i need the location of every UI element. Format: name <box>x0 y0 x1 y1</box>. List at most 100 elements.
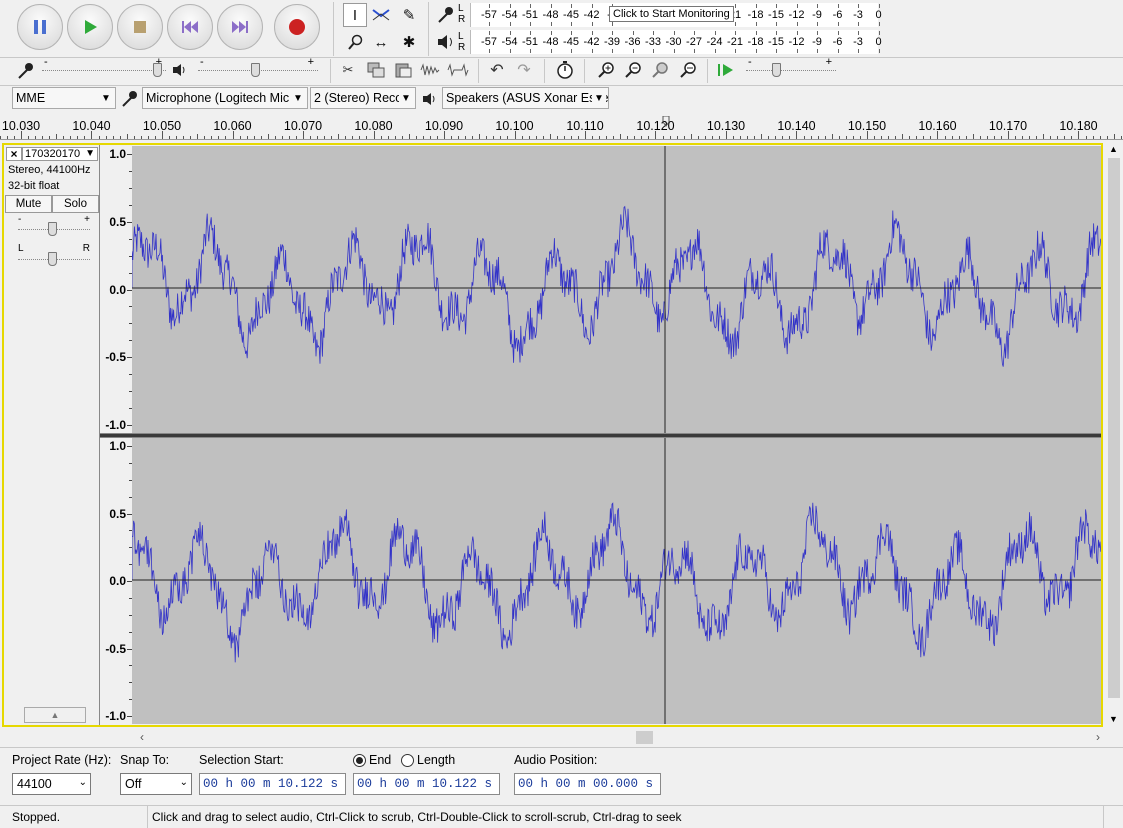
time-shift-tool[interactable]: ↔ <box>369 30 393 54</box>
selection-start-value: 00 h 00 m 10.122 s <box>203 777 339 791</box>
copy-button[interactable] <box>364 58 388 82</box>
meter-tick-label: -18 <box>747 36 764 48</box>
meter-tick-label: -12 <box>788 9 805 21</box>
monitoring-tooltip: Click to Start Monitoring <box>609 6 734 22</box>
slider-min-mark: - <box>748 56 752 68</box>
selection-end-time[interactable]: 00 h 00 m 10.122 s <box>353 773 500 795</box>
silence-audio-button[interactable] <box>446 58 470 82</box>
microphone-icon <box>18 63 33 79</box>
end-radio[interactable] <box>353 754 366 767</box>
record-meter-mic-icon[interactable] <box>436 5 456 28</box>
playback-meter-speaker-icon[interactable] <box>436 32 456 55</box>
playback-speed-slider[interactable]: - + <box>746 56 836 79</box>
recording-channels-select[interactable]: 2 (Stereo) Recor ▼ <box>310 87 416 109</box>
timeline-ruler[interactable]: 10.030 10.040 10.050 10.060 10.070 10.080 10.0… <box>0 114 1123 140</box>
length-radio[interactable] <box>401 754 414 767</box>
fit-selection-icon <box>652 62 668 78</box>
skip-to-start-button[interactable] <box>167 4 213 50</box>
play-button[interactable] <box>67 4 113 50</box>
sync-lock-button[interactable] <box>553 58 577 82</box>
meter-tick-label: -3 <box>853 9 863 21</box>
selection-start-time[interactable]: 00 h 00 m 10.122 s <box>199 773 346 795</box>
waveform-left-channel[interactable] <box>132 146 1101 433</box>
meter-tick-label: 0 <box>875 36 882 48</box>
skip-to-end-button[interactable] <box>217 4 263 50</box>
playback-device-select[interactable]: Speakers (ASUS Xonar Essen ▼ <box>442 87 609 109</box>
trim-audio-button[interactable] <box>418 58 442 82</box>
project-rate-select[interactable]: 44100 ⌄ <box>12 773 91 795</box>
envelope-tool[interactable] <box>369 3 393 27</box>
output-volume-speaker-icon <box>172 62 188 81</box>
status-state: Stopped. <box>12 810 61 824</box>
playback-meter[interactable]: -57 -54 -51 -48 -45 -42 -39 -36 -33 -30 -27 -24 -21-… <box>470 30 882 54</box>
fit-project-button[interactable] <box>676 58 700 82</box>
meter-tick-label: -51 <box>522 36 538 48</box>
vertical-scrollbar[interactable]: ▲ ▼ <box>1106 144 1122 728</box>
chevron-down-icon: ▼ <box>99 88 113 108</box>
microphone-icon <box>122 91 137 107</box>
zoom-out-button[interactable] <box>621 58 645 82</box>
meter-tick-label: -42 <box>583 9 600 21</box>
meter-tick-label: -15 <box>768 9 784 21</box>
waveform-right-channel[interactable] <box>132 438 1101 724</box>
vertical-scroll-thumb[interactable] <box>1108 158 1120 698</box>
multi-tool[interactable]: ✱ <box>397 30 421 54</box>
output-volume-slider[interactable]: - + <box>198 56 318 79</box>
meter-tick-label: -33 <box>645 36 661 48</box>
redo-button[interactable]: ↷ <box>512 58 536 82</box>
project-rate-label: Project Rate (Hz): <box>12 753 112 767</box>
meter-tick-label: -6 <box>832 36 843 48</box>
copy-icon <box>367 62 385 78</box>
play-at-speed-button[interactable] <box>714 58 738 82</box>
trim-button[interactable]: ✂ <box>336 58 360 82</box>
waveform-right-svg <box>132 438 1101 724</box>
project-rate-value: 44100 <box>17 777 52 791</box>
meter-tick-label: -6 <box>832 9 843 21</box>
record-button[interactable] <box>274 4 320 50</box>
horizontal-scroll-thumb[interactable] <box>636 731 653 744</box>
speaker-icon <box>438 35 452 49</box>
meter-tick-label: -45 <box>563 36 579 48</box>
pause-button[interactable] <box>17 4 63 50</box>
recording-channels-value: 2 (Stereo) Recor <box>314 91 407 105</box>
stop-button[interactable] <box>117 4 163 50</box>
draw-tool[interactable]: ✎ <box>397 3 421 27</box>
meter-tick-label: -12 <box>788 36 805 48</box>
fit-selection-button[interactable] <box>648 58 672 82</box>
audio-host-select[interactable]: MME ▼ <box>12 87 116 109</box>
undo-button[interactable]: ↶ <box>485 58 509 82</box>
scroll-down-icon[interactable]: ▼ <box>1109 714 1118 724</box>
meter-tick-label: -42 <box>583 36 600 48</box>
chevron-down-icon: ⌄ <box>179 777 188 788</box>
scroll-left-icon[interactable]: ‹ <box>140 730 144 744</box>
record-icon <box>289 19 305 35</box>
meter-tick-label: -21 <box>727 36 743 48</box>
playback-meter-lr-label: L R <box>458 31 466 53</box>
slider-max-mark: + <box>307 56 314 68</box>
paste-button[interactable] <box>391 58 415 82</box>
zoom-in-button[interactable] <box>594 58 618 82</box>
audio-position-label: Audio Position: <box>514 753 598 767</box>
status-hint: Click and drag to select audio, Ctrl-Cli… <box>152 810 682 824</box>
scroll-up-icon[interactable]: ▲ <box>1109 144 1118 154</box>
input-volume-slider[interactable]: - + <box>42 56 166 79</box>
recording-device-select[interactable]: Microphone (Logitech Mic ▼ <box>142 87 308 109</box>
horizontal-scrollbar[interactable]: ‹ › <box>132 730 1106 746</box>
meter-tick-label: -39 <box>604 36 620 48</box>
skip-start-icon <box>182 21 198 33</box>
trim-audio-icon <box>420 63 440 76</box>
scroll-right-icon[interactable]: › <box>1096 730 1100 744</box>
meter-tick-label: -57 <box>481 36 497 48</box>
playback-device-value: Speakers (ASUS Xonar Essen <box>446 91 609 105</box>
zoom-in-icon <box>598 62 614 78</box>
audio-position-time[interactable]: 00 h 00 m 00.000 s <box>514 773 661 795</box>
microphone-icon <box>438 7 453 23</box>
meter-tick-label: -54 <box>501 36 518 48</box>
meter-tick-label: -3 <box>853 36 863 48</box>
selection-tool[interactable]: I <box>343 3 367 27</box>
audio-position-value: 00 h 00 m 00.000 s <box>518 777 654 791</box>
zoom-out-icon <box>625 62 641 78</box>
silence-audio-icon <box>447 63 469 77</box>
zoom-tool[interactable] <box>343 30 367 54</box>
snap-to-select[interactable]: Off ⌄ <box>120 773 192 795</box>
